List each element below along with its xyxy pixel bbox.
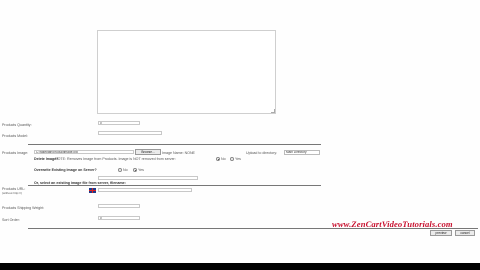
overwrite-label: Overwrite Existing Image on Server? — [34, 168, 97, 172]
existing-image-input[interactable] — [98, 176, 198, 180]
product-edit-page: Products Quantity: 0 Products Model: Pro… — [0, 0, 480, 263]
sort-order-input[interactable]: 0 — [98, 216, 140, 220]
uk-flag-icon — [89, 188, 96, 193]
delete-no-radio[interactable] — [216, 157, 220, 161]
preview-button[interactable]: preview — [430, 230, 452, 236]
url-note: (without http://) — [2, 191, 22, 195]
cancel-button[interactable]: cancel — [455, 230, 475, 236]
browse-button[interactable]: Browse... — [135, 149, 161, 155]
delete-yes-label: Yes — [235, 157, 241, 161]
quantity-label: Products Quantity: — [2, 123, 32, 127]
overwrite-no-label: No — [123, 168, 128, 172]
delete-image-note: NOTE: Removes Image from Products. Image… — [55, 157, 176, 161]
weight-label: Products Shipping Weight: — [2, 206, 45, 210]
quantity-input[interactable]: 0 — [98, 121, 140, 125]
video-frame: Products Quantity: 0 Products Model: Pro… — [0, 0, 480, 270]
resize-handle-icon[interactable] — [271, 109, 275, 113]
description-textarea[interactable] — [97, 30, 276, 114]
upload-dir-label: Upload to directory: — [246, 151, 278, 155]
url-input[interactable] — [98, 188, 192, 192]
image-name-label: Image Name: NONE — [162, 151, 195, 155]
overwrite-no-radio[interactable] — [118, 168, 122, 172]
watermark: www.ZenCartVideoTutorials.com — [332, 219, 453, 229]
weight-input[interactable] — [98, 204, 140, 208]
model-input[interactable] — [98, 131, 162, 135]
image-file-input[interactable]: C:\fakepath\productimage.jpg — [34, 150, 134, 154]
image-label: Products Image: — [2, 151, 29, 155]
overwrite-yes-label: Yes — [138, 168, 144, 172]
section-divider — [28, 144, 321, 145]
sort-order-label: Sort Order: — [2, 218, 20, 222]
delete-no-label: No — [221, 157, 226, 161]
delete-yes-radio[interactable] — [230, 157, 234, 161]
overwrite-yes-radio[interactable] — [133, 168, 137, 172]
section-divider — [28, 185, 321, 186]
model-label: Products Model: — [2, 134, 28, 138]
upload-dir-select[interactable]: Main Directory — [284, 150, 320, 155]
